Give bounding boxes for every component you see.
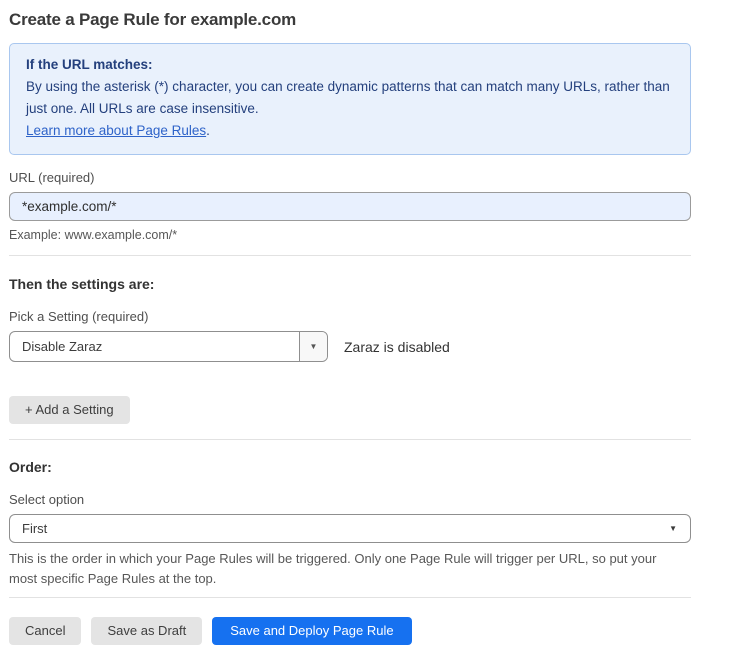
- url-example-text: Example: www.example.com/*: [9, 228, 691, 242]
- order-section-heading: Order:: [9, 459, 691, 475]
- settings-section-heading: Then the settings are:: [9, 276, 691, 292]
- cancel-button[interactable]: Cancel: [9, 617, 81, 645]
- setting-select-value[interactable]: Disable Zaraz: [10, 332, 299, 361]
- divider: [9, 439, 691, 440]
- info-box-heading: If the URL matches:: [26, 54, 674, 76]
- url-input[interactable]: [9, 192, 691, 221]
- learn-more-link[interactable]: Learn more about Page Rules: [26, 123, 206, 138]
- save-and-deploy-button[interactable]: Save and Deploy Page Rule: [212, 617, 411, 645]
- info-box-body: By using the asterisk (*) character, you…: [26, 76, 674, 120]
- form-actions: Cancel Save as Draft Save and Deploy Pag…: [9, 617, 691, 645]
- setting-select-arrow-button[interactable]: ▼: [299, 332, 327, 361]
- info-box-link-line: Learn more about Page Rules.: [26, 120, 674, 142]
- setting-picker-label: Pick a Setting (required): [9, 309, 691, 324]
- setting-status-text: Zaraz is disabled: [344, 339, 450, 355]
- setting-row: Disable Zaraz ▼ Zaraz is disabled: [9, 331, 691, 362]
- page-title: Create a Page Rule for example.com: [9, 10, 691, 30]
- caret-down-icon: ▼: [310, 343, 318, 351]
- order-select-label: Select option: [9, 492, 691, 507]
- setting-select[interactable]: Disable Zaraz ▼: [9, 331, 328, 362]
- divider: [9, 255, 691, 256]
- order-select-value: First: [10, 515, 690, 542]
- divider: [9, 597, 691, 598]
- url-match-info-box: If the URL matches: By using the asteris…: [9, 43, 691, 155]
- caret-down-icon: ▼: [669, 525, 677, 533]
- order-help-text: This is the order in which your Page Rul…: [9, 549, 679, 589]
- page-rule-form: Create a Page Rule for example.com If th…: [0, 0, 691, 645]
- link-suffix: .: [206, 123, 210, 138]
- add-setting-button[interactable]: + Add a Setting: [9, 396, 130, 424]
- order-select[interactable]: First ▼: [9, 514, 691, 543]
- save-as-draft-button[interactable]: Save as Draft: [91, 617, 202, 645]
- url-field-label: URL (required): [9, 170, 691, 185]
